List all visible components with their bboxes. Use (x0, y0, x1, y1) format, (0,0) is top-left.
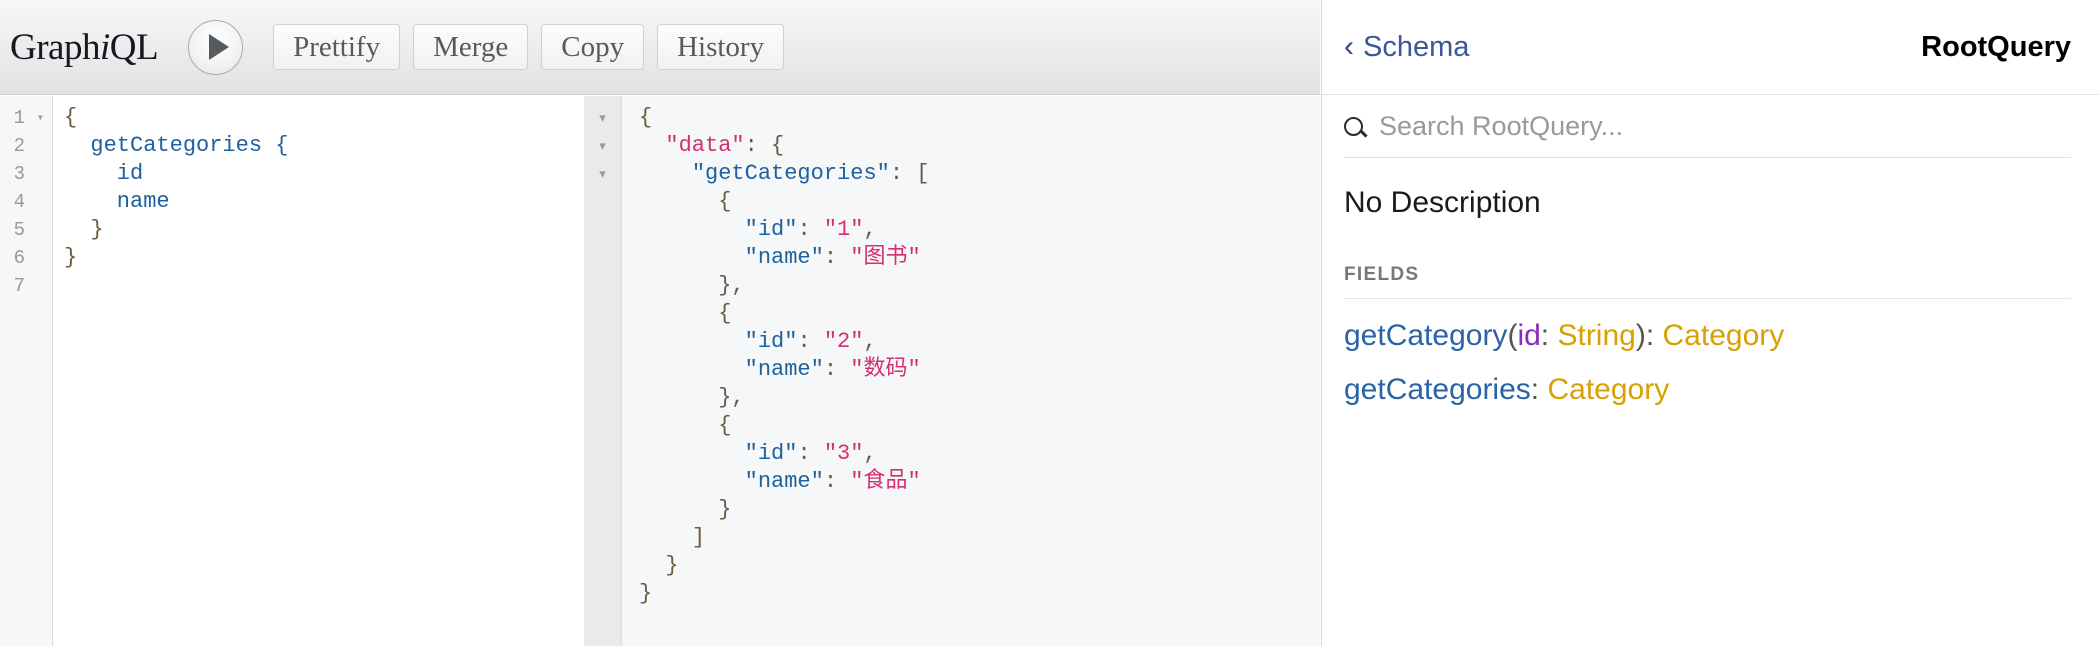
field-close-paren: ) (1635, 319, 1646, 352)
line-number: 4 (13, 191, 25, 213)
result-viewer-pane: ▾ ▾ ▾ { "data": { "getCategories": [ { "… (584, 96, 1320, 646)
docs-header: ‹ Schema RootQuery (1322, 0, 2099, 95)
json-value-id: "2" (823, 329, 864, 354)
documentation-panel: ‹ Schema RootQuery No Description FIELDS… (1321, 0, 2099, 646)
breadcrumb-back-schema[interactable]: ‹ Schema (1344, 30, 1469, 64)
line-number: 3 (13, 163, 25, 185)
field-row-getCategories[interactable]: getCategories: Category (1322, 353, 2099, 407)
query-editor-gutter: 1 ▾ 2 3 4 5 6 7 (0, 96, 53, 646)
logo-text-i: i (99, 26, 110, 68)
json-value-name: "食品" (850, 469, 921, 494)
line-number: 5 (13, 219, 25, 241)
line-number-row: 4 (0, 188, 52, 216)
fold-caret-icon[interactable]: ▾ (584, 132, 621, 160)
json-value-id: "3" (823, 441, 864, 466)
query-line-1: { (64, 105, 78, 130)
json-key-id: "id" (744, 441, 798, 466)
line-number: 6 (13, 247, 25, 269)
logo-text-post: QL (109, 26, 159, 68)
line-number-row: 5 (0, 216, 52, 244)
field-arg-name[interactable]: id (1517, 319, 1540, 352)
breadcrumb-label: Schema (1363, 30, 1470, 63)
query-line-3: id (64, 161, 144, 186)
query-editor-pane[interactable]: 1 ▾ 2 3 4 5 6 7 { getCategories { id nam… (0, 96, 583, 646)
field-return-type[interactable]: Category (1663, 319, 1785, 352)
graphiql-app: GraphiQL Prettify Merge Copy History 1 ▾… (0, 0, 2099, 646)
field-arg-type[interactable]: String (1557, 319, 1635, 352)
line-number: 7 (13, 275, 25, 297)
json-key-id: "id" (744, 329, 798, 354)
json-key-name: "name" (744, 245, 824, 270)
query-line-5: } (64, 217, 104, 242)
json-value-id: "1" (823, 217, 864, 242)
query-line-2: getCategories { (64, 133, 289, 158)
copy-button[interactable]: Copy (541, 24, 645, 70)
fold-caret-icon[interactable]: ▾ (584, 160, 621, 188)
field-return-separator: : (1645, 319, 1663, 352)
chevron-left-icon: ‹ (1344, 30, 1354, 63)
line-number-row: 1 ▾ (0, 104, 52, 132)
line-number: 1 (13, 107, 25, 129)
json-value-name: "数码" (850, 357, 921, 382)
graphiql-logo: GraphiQL (10, 26, 159, 69)
line-number-row: 3 (0, 160, 52, 188)
search-input[interactable] (1379, 111, 2071, 142)
logo-text-pre: Graph (10, 26, 100, 68)
fields-section-heading: FIELDS (1344, 264, 1420, 285)
json-key-id: "id" (744, 217, 798, 242)
field-row-getCategory[interactable]: getCategory(id: String): Category (1322, 299, 2099, 353)
docs-search-row[interactable] (1344, 95, 2071, 158)
query-line-6: } (64, 245, 78, 270)
field-open-paren: ( (1507, 319, 1518, 352)
field-name[interactable]: getCategories (1344, 373, 1531, 406)
query-line-4: name (64, 189, 170, 214)
type-description: No Description (1344, 186, 1541, 219)
play-icon (208, 34, 229, 60)
line-number-row: 6 (0, 244, 52, 272)
json-key-data: "data" (665, 133, 745, 158)
merge-button[interactable]: Merge (413, 24, 529, 70)
fold-caret-icon[interactable]: ▾ (37, 104, 44, 132)
search-icon (1344, 117, 1363, 136)
result-json: { "data": { "getCategories": [ { "id": "… (639, 105, 930, 606)
line-number-row: 7 (0, 272, 52, 300)
field-arg-separator: : (1540, 319, 1558, 352)
line-number: 2 (13, 135, 25, 157)
field-return-type[interactable]: Category (1547, 373, 1669, 406)
query-code-area[interactable]: { getCategories { id name } } (54, 96, 583, 646)
execute-query-button[interactable] (188, 19, 244, 75)
json-key-getcategories: "getCategories" (691, 161, 890, 186)
history-button[interactable]: History (657, 24, 785, 70)
fold-caret-icon[interactable]: ▾ (584, 104, 621, 132)
field-name[interactable]: getCategory (1344, 319, 1507, 352)
json-value-name: "图书" (850, 245, 921, 270)
docs-page-title: RootQuery (1921, 30, 2071, 63)
result-fold-gutter: ▾ ▾ ▾ (584, 96, 622, 646)
field-return-separator: : (1530, 373, 1548, 406)
json-key-name: "name" (744, 469, 824, 494)
toolbar: GraphiQL Prettify Merge Copy History (0, 0, 1320, 95)
line-number-row: 2 (0, 132, 52, 160)
json-key-name: "name" (744, 357, 824, 382)
prettify-button[interactable]: Prettify (273, 24, 401, 70)
